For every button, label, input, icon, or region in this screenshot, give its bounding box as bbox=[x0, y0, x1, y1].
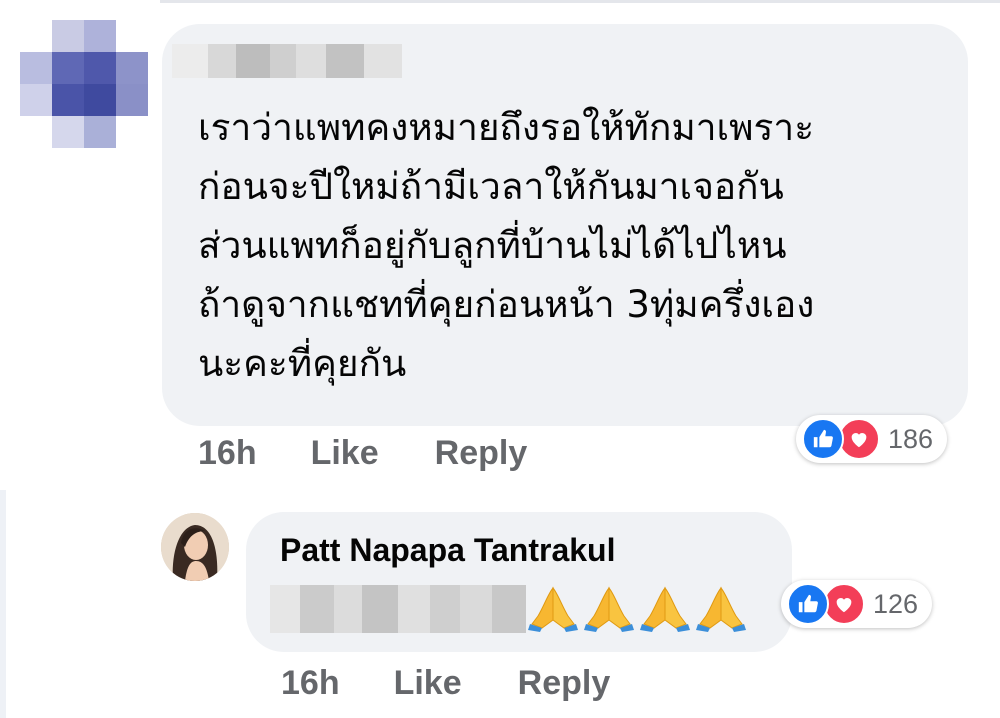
thread-line bbox=[0, 490, 6, 718]
like-reaction-icon bbox=[787, 583, 829, 625]
reply-button[interactable]: Reply bbox=[518, 664, 611, 703]
avatar-pixel bbox=[52, 116, 84, 148]
avatar-pixel bbox=[84, 52, 116, 84]
reaction-count: 126 bbox=[873, 588, 919, 619]
timestamp[interactable]: 16h bbox=[198, 434, 257, 473]
love-reaction-icon bbox=[838, 418, 880, 460]
avatar-pixel bbox=[20, 116, 52, 148]
comment-actions: 16h Like Reply bbox=[198, 434, 527, 473]
author-name[interactable]: Patt Napapa Tantrakul bbox=[280, 532, 615, 569]
blurred-comment-text bbox=[270, 585, 526, 633]
comment-text: เราว่าแพทคงหมายถึงรอให้ทักมาเพราะ ก่อนจะ… bbox=[198, 106, 815, 385]
avatar-pixel bbox=[20, 84, 52, 116]
avatar-pixel bbox=[52, 52, 84, 84]
timestamp[interactable]: 16h bbox=[281, 664, 340, 703]
like-button[interactable]: Like bbox=[311, 434, 379, 473]
reaction-summary[interactable]: 126 bbox=[781, 580, 933, 628]
avatar-pixel bbox=[52, 20, 84, 52]
like-reaction-icon bbox=[802, 418, 844, 460]
avatar-pixel bbox=[116, 84, 148, 116]
reaction-count: 186 bbox=[888, 423, 934, 454]
avatar-pixel bbox=[20, 20, 52, 52]
avatar-pixel bbox=[84, 20, 116, 52]
avatar-pixel bbox=[84, 116, 116, 148]
reply-button[interactable]: Reply bbox=[435, 434, 528, 473]
folded-hands-icon bbox=[640, 584, 690, 637]
folded-hands-icon bbox=[528, 584, 578, 637]
folded-hands-icon bbox=[584, 584, 634, 637]
reaction-summary[interactable]: 186 bbox=[796, 415, 948, 463]
avatar-pixel bbox=[84, 84, 116, 116]
blurred-author-name[interactable] bbox=[172, 44, 402, 78]
divider bbox=[160, 0, 1000, 3]
comment-actions: 16h Like Reply bbox=[281, 664, 610, 703]
avatar[interactable] bbox=[161, 513, 229, 581]
avatar-pixel bbox=[116, 116, 148, 148]
avatar-pixel bbox=[52, 84, 84, 116]
folded-hands-icon bbox=[696, 584, 746, 637]
avatar-pixel bbox=[20, 52, 52, 84]
avatar[interactable] bbox=[20, 20, 148, 148]
like-button[interactable]: Like bbox=[394, 664, 462, 703]
avatar-pixel bbox=[116, 20, 148, 52]
avatar-pixel bbox=[116, 52, 148, 84]
emoji-group bbox=[528, 584, 746, 637]
love-reaction-icon bbox=[823, 583, 865, 625]
